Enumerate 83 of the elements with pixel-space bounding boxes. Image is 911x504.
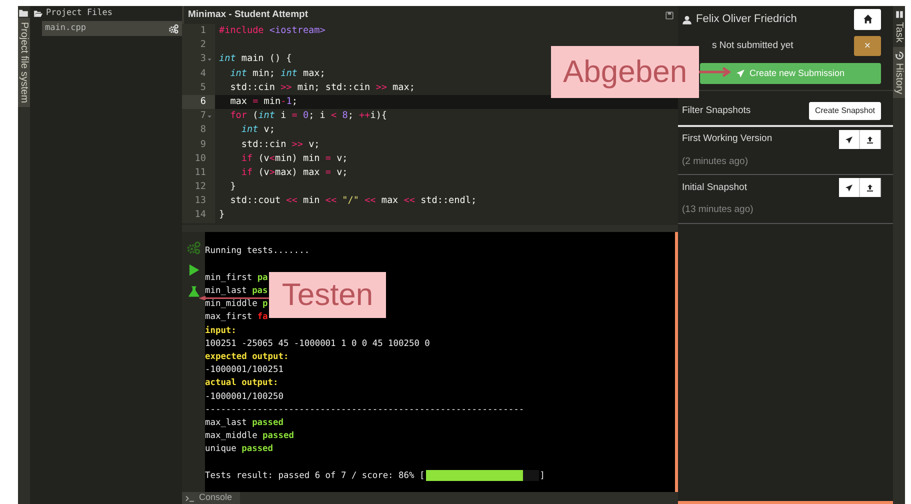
send-icon bbox=[845, 136, 853, 144]
console-line: expected output: bbox=[205, 352, 289, 362]
console-line: max_first fa bbox=[205, 313, 268, 322]
console-line: Running tests....... bbox=[205, 247, 310, 256]
status-text: s Not submitted yet bbox=[712, 38, 794, 53]
console-line: ------------------------------------------------------------- bbox=[205, 406, 524, 414]
line-number: 14 bbox=[194, 208, 206, 222]
code-line: std::cout << min << "/" << max << std::endl; bbox=[229, 194, 477, 208]
console-line: Tests result: passed 6 of 7 / score: 86% [ bbox=[205, 472, 425, 480]
console-line: 100251 -25065 45 -1000001 1 0 0 45 100250 0 bbox=[205, 340, 430, 348]
console-line: min_first pa bbox=[205, 274, 268, 282]
send-button[interactable] bbox=[839, 130, 860, 149]
home-icon bbox=[862, 14, 872, 24]
line-number: 7 bbox=[200, 109, 206, 124]
panel-title: Project Files bbox=[46, 7, 113, 20]
send-icon bbox=[845, 184, 853, 192]
code-line: max = min-1; bbox=[229, 94, 298, 109]
filter-label: Filter Snapshots bbox=[682, 104, 751, 118]
line-number: 3 bbox=[200, 52, 206, 66]
terminal-icon bbox=[185, 494, 195, 502]
user-name: Felix Oliver Friedrich bbox=[696, 12, 797, 28]
code-line: int min; int max; bbox=[229, 66, 326, 81]
file-system-tab[interactable]: Project file system bbox=[18, 18, 30, 108]
console-line: max_last passed bbox=[205, 418, 284, 428]
snapshot-time: (2 minutes ago) bbox=[682, 155, 750, 169]
code-line: int main () { bbox=[218, 52, 292, 66]
console-line: input: bbox=[205, 326, 236, 335]
line-number: 1 bbox=[200, 24, 206, 38]
send-icon bbox=[736, 69, 746, 78]
snapshot-time: (13 minutes ago) bbox=[682, 203, 754, 218]
code-line: } bbox=[218, 208, 225, 222]
gears-icon[interactable] bbox=[168, 24, 179, 34]
console-line: -1000001/100251 bbox=[205, 366, 284, 374]
history-icon bbox=[894, 50, 904, 60]
arrow-icon bbox=[199, 296, 269, 300]
line-number: 4 bbox=[200, 66, 206, 81]
console-line: min_last pas bbox=[205, 287, 268, 296]
arrow-icon bbox=[699, 67, 731, 77]
code-line: if (v<min) min = v; bbox=[240, 152, 348, 166]
console-line: max_middle passed bbox=[205, 432, 294, 440]
annotation-label: Abgeben bbox=[551, 46, 699, 98]
save-icon[interactable] bbox=[665, 10, 674, 20]
bracket: ] bbox=[540, 472, 545, 480]
console-line: unique passed bbox=[205, 445, 274, 454]
upload-icon bbox=[866, 184, 874, 192]
side-tab[interactable]: Task bbox=[893, 6, 905, 47]
home-button[interactable] bbox=[854, 9, 881, 30]
line-number: 10 bbox=[194, 152, 206, 166]
line-number: 5 bbox=[200, 80, 206, 95]
code-line: int v; bbox=[240, 123, 275, 138]
code-line: #include <iostream> bbox=[218, 24, 326, 38]
code-line: std::cin >> v; bbox=[240, 138, 320, 152]
code-line: std::cin >> min; std::cin >> max; bbox=[229, 80, 415, 95]
line-number: 9 bbox=[200, 138, 206, 152]
line-number: 12 bbox=[194, 180, 206, 194]
snapshot-title: Initial Snapshot bbox=[682, 180, 747, 195]
line-number: 11 bbox=[194, 166, 206, 180]
create-snapshot-button[interactable]: Create Snapshot bbox=[808, 102, 881, 120]
folder-icon bbox=[33, 9, 43, 18]
upload-icon bbox=[866, 136, 874, 144]
console-tab[interactable]: Console bbox=[182, 492, 240, 504]
code-line: if (v>max) max = v; bbox=[240, 166, 348, 180]
run-icon[interactable] bbox=[187, 263, 200, 277]
line-number: 13 bbox=[194, 194, 206, 208]
code-line: for (int i = 0; i < 8; ++i){ bbox=[229, 109, 388, 124]
send-button[interactable] bbox=[839, 178, 860, 198]
snapshot-title: First Working Version bbox=[682, 132, 772, 146]
console-line: -1000001/100250 bbox=[205, 392, 284, 401]
fold-icon[interactable] bbox=[207, 114, 212, 119]
console-line: actual output: bbox=[205, 379, 278, 388]
tab-label[interactable]: Task bbox=[892, 22, 906, 43]
line-number: 2 bbox=[200, 38, 206, 52]
user-icon bbox=[682, 14, 692, 24]
flask-icon[interactable] bbox=[188, 285, 200, 298]
console-line: min_middle p bbox=[205, 300, 268, 308]
side-tab[interactable]: History bbox=[893, 46, 905, 98]
editor-title: Minimax - Student Attempt bbox=[188, 8, 308, 22]
line-number: 6 bbox=[200, 94, 206, 109]
fold-icon[interactable] bbox=[207, 56, 212, 62]
code-line: } bbox=[229, 180, 236, 194]
tab-label[interactable]: History bbox=[892, 62, 906, 94]
line-number: 8 bbox=[200, 123, 206, 138]
annotation-label: Testen bbox=[269, 272, 386, 318]
